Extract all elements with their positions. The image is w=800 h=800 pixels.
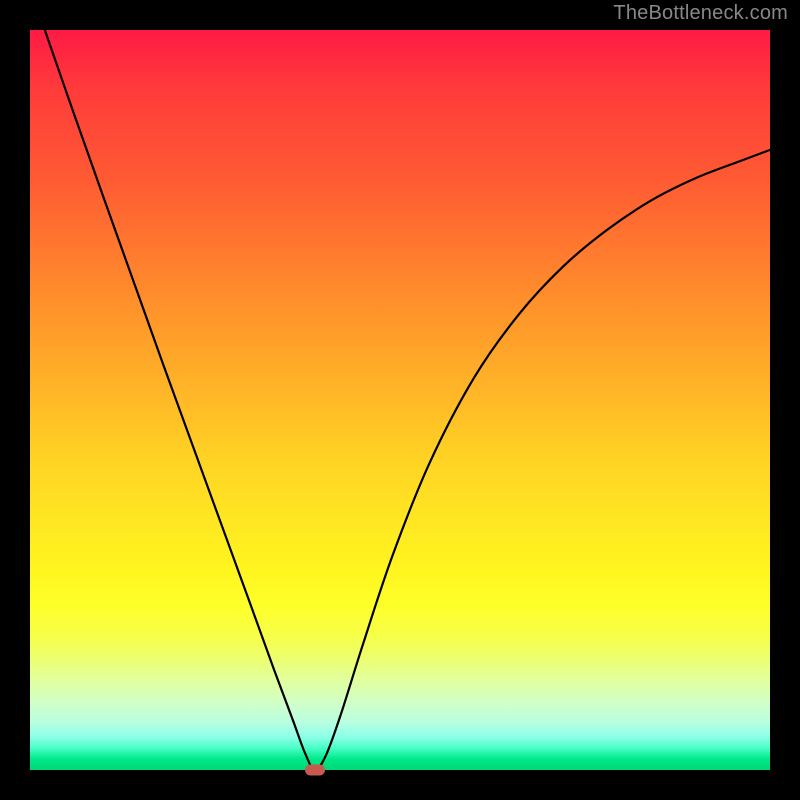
optimal-point-marker (305, 765, 325, 776)
watermark-text: TheBottleneck.com (613, 2, 788, 25)
chart-curve-svg (30, 30, 770, 770)
curve-path (45, 30, 770, 770)
chart-area (30, 30, 770, 770)
